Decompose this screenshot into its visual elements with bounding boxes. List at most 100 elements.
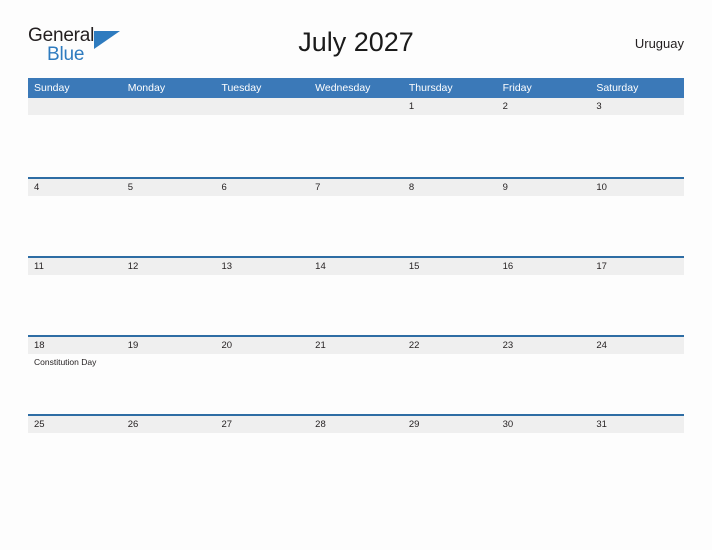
calendar-grid: Sunday Monday Tuesday Wednesday Thursday Frid… bbox=[28, 78, 684, 493]
day-content-band bbox=[28, 275, 684, 335]
day-number-band: 18 19 20 21 22 23 24 bbox=[28, 337, 684, 354]
day-number[interactable]: 30 bbox=[497, 416, 591, 433]
day-cell[interactable] bbox=[497, 196, 591, 256]
day-number-band: 25 26 27 28 29 30 31 bbox=[28, 416, 684, 433]
holiday-label: Constitution Day bbox=[34, 357, 97, 367]
day-cell[interactable] bbox=[590, 196, 684, 256]
calendar-week-row: 4 5 6 7 8 9 10 bbox=[28, 177, 684, 256]
day-number-empty bbox=[28, 98, 122, 115]
day-cell[interactable] bbox=[122, 275, 216, 335]
day-cell[interactable] bbox=[403, 433, 497, 493]
day-number[interactable]: 17 bbox=[590, 258, 684, 275]
weekday-header-row: Sunday Monday Tuesday Wednesday Thursday Frid… bbox=[28, 78, 684, 98]
weekday-header-thursday: Thursday bbox=[408, 82, 453, 94]
day-cell[interactable] bbox=[497, 115, 591, 175]
day-number[interactable]: 16 bbox=[497, 258, 591, 275]
day-number-empty bbox=[122, 98, 216, 115]
day-number[interactable]: 2 bbox=[497, 98, 591, 115]
day-number[interactable]: 14 bbox=[309, 258, 403, 275]
weekday-header-saturday: Saturday bbox=[596, 82, 639, 94]
day-number-band: 123 bbox=[28, 98, 684, 115]
day-number[interactable]: 28 bbox=[309, 416, 403, 433]
page-header: General Blue July 2027 Uruguay bbox=[28, 22, 684, 70]
day-cell[interactable] bbox=[215, 275, 309, 335]
weekday-header-friday: Friday bbox=[502, 82, 532, 94]
weekday-header-wednesday: Wednesday bbox=[315, 82, 371, 94]
weekday-header-tuesday: Tuesday bbox=[221, 82, 262, 94]
day-number[interactable]: 15 bbox=[403, 258, 497, 275]
day-cell[interactable] bbox=[590, 115, 684, 175]
day-cell[interactable] bbox=[215, 196, 309, 256]
day-cell[interactable] bbox=[215, 433, 309, 493]
day-number[interactable]: 22 bbox=[403, 337, 497, 354]
day-cell[interactable] bbox=[403, 354, 497, 414]
day-cell[interactable] bbox=[497, 433, 591, 493]
day-cell[interactable] bbox=[28, 433, 122, 493]
weekday-header-monday: Monday bbox=[127, 82, 166, 94]
day-cell[interactable] bbox=[590, 275, 684, 335]
day-number[interactable]: 24 bbox=[590, 337, 684, 354]
day-number[interactable]: 4 bbox=[28, 179, 122, 196]
day-number[interactable]: 8 bbox=[403, 179, 497, 196]
page-title: July 2027 bbox=[298, 27, 414, 57]
day-number[interactable]: 1 bbox=[403, 98, 497, 115]
day-content-band bbox=[28, 433, 684, 493]
day-cell[interactable] bbox=[215, 115, 309, 175]
day-cell[interactable] bbox=[590, 433, 684, 493]
day-number[interactable]: 29 bbox=[403, 416, 497, 433]
day-cell[interactable] bbox=[122, 115, 216, 175]
day-cell[interactable] bbox=[309, 196, 403, 256]
day-number[interactable]: 23 bbox=[497, 337, 591, 354]
calendar-week-row: 123 bbox=[28, 98, 684, 177]
day-number[interactable]: 5 bbox=[122, 179, 216, 196]
day-cell[interactable] bbox=[403, 196, 497, 256]
day-number[interactable]: 19 bbox=[122, 337, 216, 354]
calendar-week-row: 18 19 20 21 22 23 24 Constitution Day bbox=[28, 335, 684, 414]
day-cell[interactable] bbox=[122, 354, 216, 414]
day-number[interactable]: 27 bbox=[215, 416, 309, 433]
day-cell[interactable] bbox=[309, 115, 403, 175]
day-cell[interactable] bbox=[497, 354, 591, 414]
day-number[interactable]: 11 bbox=[28, 258, 122, 275]
day-number[interactable]: 26 bbox=[122, 416, 216, 433]
day-cell[interactable] bbox=[122, 433, 216, 493]
country-label: Uruguay bbox=[634, 36, 684, 51]
day-number[interactable]: 31 bbox=[590, 416, 684, 433]
day-number[interactable]: 9 bbox=[497, 179, 591, 196]
calendar-week-row: 25 26 27 28 29 30 31 bbox=[28, 414, 684, 493]
day-cell[interactable] bbox=[309, 275, 403, 335]
day-cell[interactable] bbox=[28, 115, 122, 175]
day-cell[interactable] bbox=[309, 354, 403, 414]
day-number[interactable]: 6 bbox=[215, 179, 309, 196]
day-cell[interactable] bbox=[28, 196, 122, 256]
day-content-band bbox=[28, 115, 684, 175]
day-cell[interactable] bbox=[309, 433, 403, 493]
day-number[interactable]: 20 bbox=[215, 337, 309, 354]
weekday-header-sunday: Sunday bbox=[34, 82, 70, 94]
calendar-week-row: 11 12 13 14 15 16 17 bbox=[28, 256, 684, 335]
day-cell[interactable] bbox=[403, 275, 497, 335]
day-number[interactable]: 25 bbox=[28, 416, 122, 433]
day-number[interactable]: 13 bbox=[215, 258, 309, 275]
day-number[interactable]: 12 bbox=[122, 258, 216, 275]
day-cell[interactable]: Constitution Day bbox=[28, 354, 122, 414]
day-cell[interactable] bbox=[215, 354, 309, 414]
day-cell[interactable] bbox=[28, 275, 122, 335]
calendar-page: General Blue July 2027 Uruguay Sunday Mon… bbox=[0, 0, 712, 550]
day-number[interactable]: 21 bbox=[309, 337, 403, 354]
day-cell[interactable] bbox=[497, 275, 591, 335]
day-number[interactable]: 3 bbox=[590, 98, 684, 115]
day-content-band bbox=[28, 196, 684, 256]
day-number-empty bbox=[215, 98, 309, 115]
day-number-band: 11 12 13 14 15 16 17 bbox=[28, 258, 684, 275]
day-content-band: Constitution Day bbox=[28, 354, 684, 414]
day-number-band: 4 5 6 7 8 9 10 bbox=[28, 179, 684, 196]
calendar-weeks: 1 2 3 4 5 6 7 8 9 10 11 12 13 14 15 16 17 18 19 20 21 22 23 24 C… bbox=[28, 98, 684, 493]
day-cell[interactable] bbox=[590, 354, 684, 414]
day-number[interactable]: 18 bbox=[28, 337, 122, 354]
day-number[interactable]: 10 bbox=[590, 179, 684, 196]
day-cell[interactable] bbox=[403, 115, 497, 175]
day-cell[interactable] bbox=[122, 196, 216, 256]
day-number[interactable]: 7 bbox=[309, 179, 403, 196]
day-number-empty bbox=[309, 98, 403, 115]
